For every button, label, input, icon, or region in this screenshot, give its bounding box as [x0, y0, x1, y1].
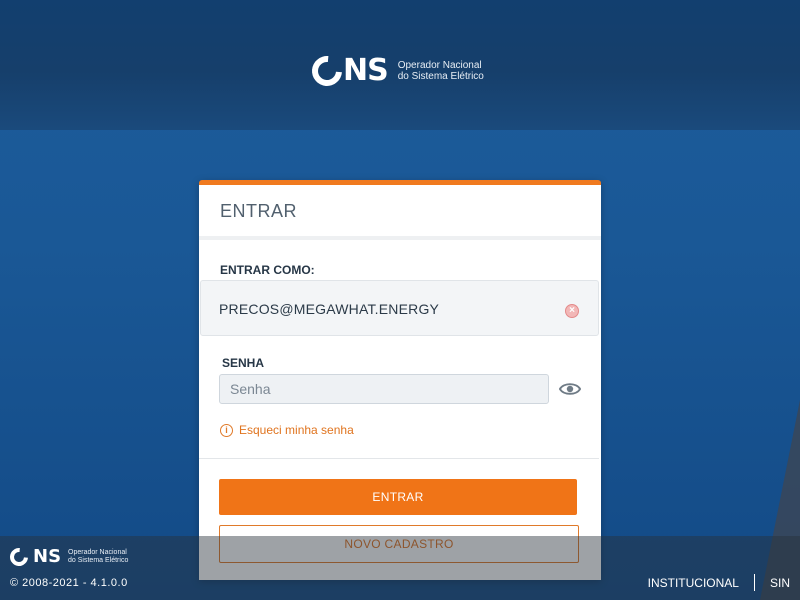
forgot-password-text: Esqueci minha senha	[239, 423, 354, 437]
ons-logo-line1: Operador Nacional	[397, 60, 482, 71]
card-divider	[199, 458, 599, 459]
password-field[interactable]	[219, 374, 549, 404]
footer-logo-o-shape	[6, 544, 32, 570]
copyright-text: © 2008-2021 - 4.1.0.0	[10, 577, 128, 589]
account-email: PRECOS@MEGAWHAT.ENERGY	[219, 301, 440, 317]
login-card: ENTRAR ENTRAR COMO: PRECOS@MEGAWHAT.ENER…	[199, 180, 601, 580]
footer-link-separator	[753, 574, 755, 591]
eye-icon[interactable]	[559, 381, 581, 397]
footer-link-institucional[interactable]: INSTITUCIONAL	[648, 576, 739, 590]
footer-logo: NS Operador Nacional do Sistema Elétrico	[6, 544, 128, 570]
footer-logo-line1: Operador Nacional	[68, 549, 127, 556]
password-label: SENHA	[222, 356, 265, 370]
forgot-password-link[interactable]: i Esqueci minha senha	[220, 423, 354, 437]
footer: NS Operador Nacional do Sistema Elétrico…	[0, 536, 800, 600]
footer-logo-line2: do Sistema Elétrico	[68, 557, 129, 564]
footer-link-sin[interactable]: SIN	[770, 576, 790, 590]
ons-logo-mark: NS	[305, 49, 389, 93]
footer-links: INSTITUCIONAL SIN	[648, 574, 790, 591]
footer-logo-letters: NS	[33, 546, 62, 567]
entrar-como-label: ENTRAR COMO:	[220, 263, 315, 277]
ons-logo-text: Operador Nacional do Sistema Elétrico	[398, 60, 484, 82]
footer-logo-text: Operador Nacional do Sistema Elétrico	[68, 549, 128, 565]
login-title: ENTRAR	[220, 201, 298, 221]
entrar-button[interactable]: ENTRAR	[219, 479, 577, 515]
ons-logo-letters: NS	[343, 53, 389, 88]
clear-circle-icon[interactable]: ×	[565, 304, 579, 318]
ons-logo-o-shape	[305, 49, 349, 93]
account-display: PRECOS@MEGAWHAT.ENERGY ×	[200, 280, 599, 336]
info-circle-icon: i	[220, 423, 233, 437]
login-card-header: ENTRAR	[199, 185, 601, 240]
ons-logo: NS Operador Nacional do Sistema Elétrico	[305, 49, 484, 93]
ons-logo-line2: do Sistema Elétrico	[397, 71, 484, 82]
